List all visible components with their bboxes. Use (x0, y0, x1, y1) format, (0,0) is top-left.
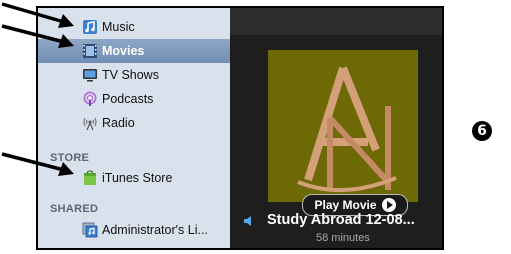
sidebar-item-tv-shows[interactable]: TV Shows (38, 63, 230, 87)
shopping-bag-icon (84, 170, 96, 185)
movie-duration: 58 minutes (316, 232, 370, 244)
annotation-arrow-movies (1, 24, 74, 48)
sidebar-item-label: Administrator's Li... (102, 223, 208, 237)
sidebar-item-shared-library[interactable]: Administrator's Li... (38, 218, 230, 242)
itunes-window: Music Movies TV Shows Podcasts Radio STO… (36, 6, 444, 250)
film-icon (83, 44, 97, 58)
tv-icon (83, 69, 97, 82)
artwork-logo (297, 66, 397, 193)
movie-title: Study Abroad 12-08... (267, 212, 415, 228)
sidebar-item-label: Radio (102, 116, 135, 130)
sidebar-item-radio[interactable]: Radio (38, 111, 230, 135)
main-pane: Play Movie Study Abroad 12-08... 58 minu… (230, 8, 442, 248)
sidebar-item-label: TV Shows (102, 68, 159, 82)
speaker-icon (244, 216, 251, 226)
sidebar-item-label: Music (102, 20, 135, 34)
play-movie-label: Play Movie (314, 198, 377, 212)
sidebar-item-podcasts[interactable]: Podcasts (38, 87, 230, 111)
sidebar-item-label: Podcasts (102, 92, 154, 106)
play-icon (381, 198, 396, 212)
music-note-icon (83, 20, 97, 34)
shared-library-icon (82, 222, 98, 238)
step-marker: 6 (472, 121, 492, 141)
podcast-icon (83, 91, 97, 106)
sidebar-item-label: iTunes Store (102, 171, 173, 185)
sidebar-item-label: Movies (102, 44, 145, 58)
annotation-arrow-itunes-store (1, 152, 74, 176)
radio-antenna-icon (83, 117, 97, 131)
shared-section-heading: SHARED (50, 203, 99, 215)
main-header-bar (230, 8, 442, 35)
movie-artwork[interactable]: Play Movie (268, 50, 418, 216)
